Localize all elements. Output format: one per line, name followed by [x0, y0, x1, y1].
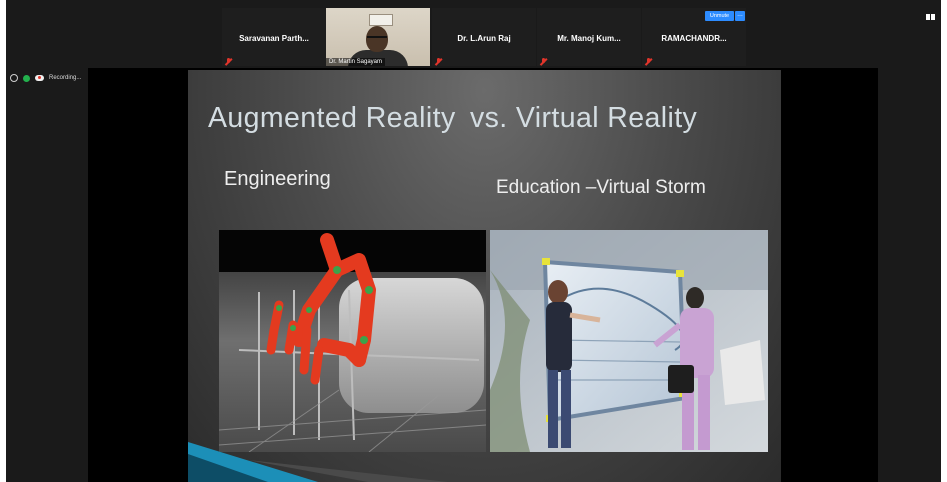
participant-name: Mr. Manoj Kum...: [557, 34, 621, 43]
participant-strip: Saravanan Parth... Dr. Martin Sagayam Dr…: [6, 0, 941, 68]
participant-tile-arun-raj[interactable]: Dr. L.Arun Raj: [432, 8, 536, 66]
virtual-storm-vr-image: [490, 230, 768, 452]
screen-share-area: Augmented Reality vs. Virtual Reality En…: [88, 68, 878, 482]
participant-name: Saravanan Parth...: [239, 34, 309, 43]
unmute-button[interactable]: Unmute: [705, 11, 734, 21]
mic-muted-icon: [540, 58, 547, 65]
participant-tile-saravanan[interactable]: Saravanan Parth...: [222, 8, 326, 66]
mic-muted-icon: [435, 58, 442, 65]
mic-muted-icon: [645, 58, 652, 65]
participant-name: RAMACHANDR...: [661, 34, 727, 43]
caption-engineering: Engineering: [224, 168, 331, 190]
meeting-window: Saravanan Parth... Dr. Martin Sagayam Dr…: [6, 0, 941, 482]
engineering-ar-image: [219, 230, 486, 452]
slide-title-left: Augmented Reality: [208, 102, 456, 134]
cloud-recording-icon: [35, 75, 44, 81]
participant-tile-manoj[interactable]: Mr. Manoj Kum...: [537, 8, 641, 66]
gallery-view-icon[interactable]: [926, 14, 935, 20]
participant-name: Dr. L.Arun Raj: [457, 34, 511, 43]
shield-icon[interactable]: [23, 74, 30, 82]
presentation-slide: Augmented Reality vs. Virtual Reality En…: [188, 70, 781, 482]
info-icon[interactable]: [10, 74, 18, 82]
recording-label: Recording...: [49, 75, 82, 81]
slide-title: Augmented Reality vs. Virtual Reality: [208, 102, 697, 135]
wall-frame: [369, 14, 393, 26]
participant-name: Dr. Martin Sagayam: [326, 58, 386, 66]
slide-accent-shape: [188, 442, 448, 482]
glasses: [367, 36, 387, 42]
mic-muted-icon: [225, 58, 232, 65]
participant-video-martin[interactable]: Dr. Martin Sagayam: [326, 8, 430, 66]
slide-title-right: vs. Virtual Reality: [469, 102, 698, 134]
caption-education: Education –Virtual Storm: [496, 177, 706, 198]
more-options-button[interactable]: …: [735, 11, 745, 21]
